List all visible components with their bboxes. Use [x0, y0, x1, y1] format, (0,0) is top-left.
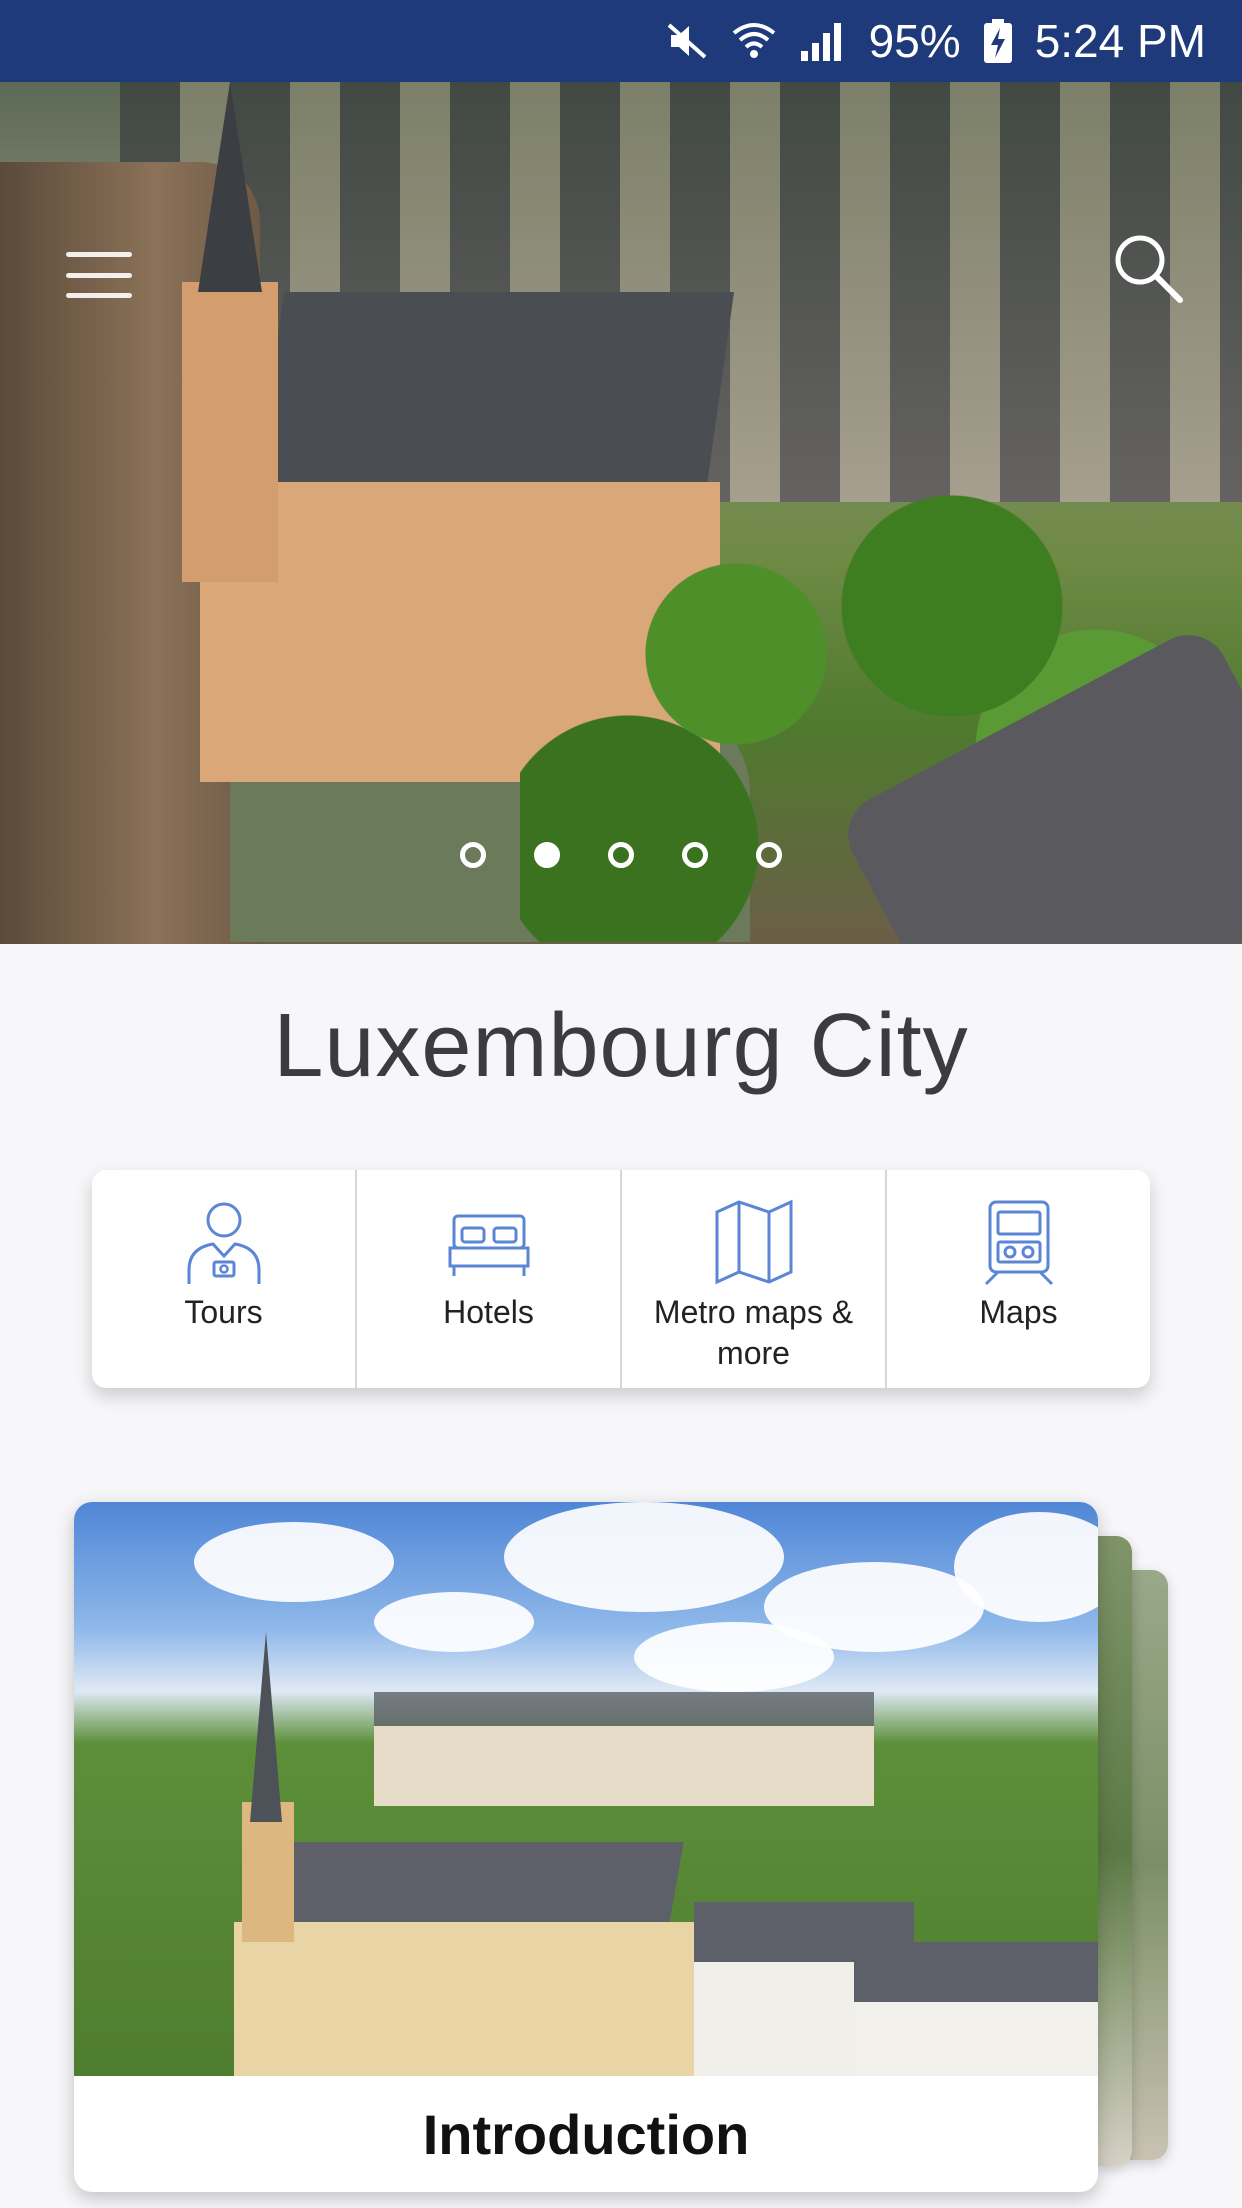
- category-metro-maps-button[interactable]: Metro maps & more: [622, 1170, 887, 1388]
- tram-icon: [984, 1200, 1053, 1286]
- carousel-indicator: [0, 842, 1242, 878]
- menu-icon[interactable]: [66, 252, 132, 298]
- carousel-dot[interactable]: [460, 842, 486, 868]
- category-label: Tours: [184, 1294, 263, 1330]
- category-tours-button[interactable]: Tours: [92, 1170, 357, 1388]
- intro-card-photo: [74, 1502, 1098, 2076]
- intro-card[interactable]: Introduction: [74, 1502, 1098, 2192]
- category-label: Metro maps & more: [653, 1294, 854, 1371]
- next-card-peek[interactable]: [1098, 1536, 1132, 2166]
- search-icon[interactable]: [1110, 230, 1186, 306]
- hero-carousel[interactable]: [0, 82, 1242, 944]
- bed-icon: [448, 1214, 529, 1276]
- carousel-dot[interactable]: [682, 842, 708, 868]
- hero-photo-spire: [198, 82, 262, 292]
- battery-percent: 95%: [868, 15, 961, 67]
- tourist-icon: [187, 1202, 260, 1284]
- category-bar: Tours Hotels Metro maps & more Maps: [92, 1170, 1150, 1388]
- clock: 5:24 PM: [1034, 15, 1206, 67]
- status-bar: 95% 5:24 PM: [0, 0, 1242, 82]
- carousel-dot[interactable]: [756, 842, 782, 868]
- wifi-icon: [731, 19, 777, 63]
- category-label: Maps: [979, 1294, 1058, 1330]
- category-hotels-button[interactable]: Hotels: [357, 1170, 622, 1388]
- signal-icon: [799, 19, 847, 63]
- battery-charging-icon: [983, 18, 1013, 64]
- page-title: Luxembourg City: [273, 996, 969, 1096]
- carousel-dot[interactable]: [608, 842, 634, 868]
- map-icon: [715, 1199, 792, 1285]
- carousel-dot-active[interactable]: [534, 842, 560, 868]
- category-label: Hotels: [443, 1294, 534, 1330]
- hero-photo-tower: [182, 282, 278, 582]
- mute-icon: [665, 19, 709, 63]
- next-card-peek[interactable]: [1130, 1570, 1168, 2160]
- category-maps-button[interactable]: Maps: [887, 1170, 1150, 1388]
- intro-card-caption: Introduction: [422, 2102, 750, 2166]
